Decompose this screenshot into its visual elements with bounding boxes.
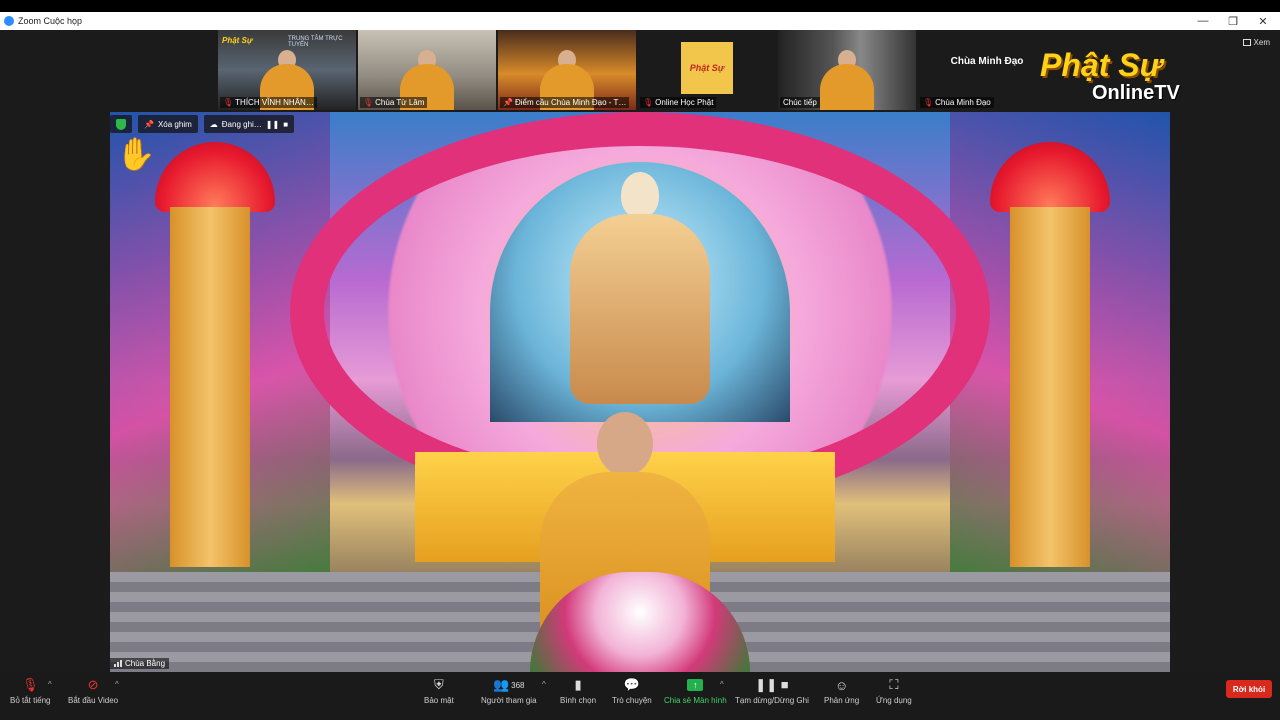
participant-label: 🎙 Chùa Minh Đạo: [920, 97, 994, 108]
participant-tile[interactable]: Chúc tiếp: [778, 30, 916, 110]
pin-icon: 📌: [144, 119, 154, 129]
tile-logo-text: Phật Sự: [222, 36, 253, 45]
close-button[interactable]: ✕: [1248, 12, 1278, 30]
muted-mic-icon: 🎙: [223, 98, 234, 107]
shield-icon: [116, 118, 126, 130]
cloud-record-icon: ☁: [209, 119, 218, 129]
muted-mic-icon: 🎙: [363, 98, 374, 107]
pillar-left: [170, 207, 250, 567]
participant-name-center: Chùa Minh Đạo: [950, 55, 1024, 67]
muted-mic-icon: 🎙: [923, 98, 934, 107]
smiley-icon: ☺: [834, 677, 849, 693]
security-status[interactable]: [110, 115, 132, 133]
restore-button[interactable]: ❐: [1218, 12, 1248, 30]
recording-indicator[interactable]: ☁ Đang ghi… ❚❚ ■: [203, 115, 295, 133]
participant-label: 🎙 THÍCH VĨNH NHÂN…: [220, 97, 317, 108]
zoom-app-icon: [4, 16, 14, 26]
pin-icon: 📌: [503, 98, 513, 107]
reactions-button[interactable]: ☺ Phản ứng: [824, 676, 859, 706]
participants-icon: 👥 368: [492, 677, 525, 692]
polls-button[interactable]: ▮ Bình chọn: [560, 676, 596, 705]
minimize-button[interactable]: —: [1188, 12, 1218, 30]
participant-strip: Phật Sự TRUNG TÂM TRỰC TUYẾN 🎙 THÍCH VĨNH…: [218, 30, 1056, 110]
participants-button[interactable]: 👥 368 Người tham gia: [481, 676, 537, 705]
unpin-button[interactable]: 📌 Xóa ghim: [138, 115, 198, 133]
main-video[interactable]: [110, 112, 1170, 672]
grid-icon: [1242, 39, 1251, 46]
audio-options-caret[interactable]: ^: [48, 680, 52, 689]
participant-label: 📌 Điểm cầu Chùa Minh Đạo - T…: [500, 97, 630, 108]
muted-mic-icon: 🎙: [643, 98, 654, 107]
participant-tile[interactable]: 🎙 Chùa Từ Lâm: [358, 30, 496, 110]
participant-label: Chúc tiếp: [780, 97, 820, 108]
video-overlay-bar: 📌 Xóa ghim ☁ Đang ghi… ❚❚ ■: [110, 114, 295, 134]
chat-button[interactable]: 💬 Trò chuyện: [612, 676, 652, 705]
zoom-meeting-window: Zoom Cuộc họp — ❐ ✕ Phật Sự TRUNG TÂM TR…: [0, 0, 1280, 720]
leave-button[interactable]: Rời khỏi: [1226, 680, 1272, 698]
buddha-statue: [570, 172, 710, 404]
apps-button[interactable]: ⛶ Ứng dụng: [876, 676, 912, 705]
participant-tile[interactable]: Chùa Minh Đạo 🎙 Chùa Minh Đạo: [918, 30, 1056, 110]
pause-stop-recording-button[interactable]: ❚❚ ■ Tạm dừng/Dừng Ghi: [735, 676, 809, 705]
top-strip: [0, 0, 1280, 12]
video-off-icon: ⊘: [87, 677, 99, 692]
participant-tile[interactable]: Phật Sự 🎙 Online Học Phật: [638, 30, 776, 110]
participant-count: 368: [511, 680, 525, 690]
security-button[interactable]: ⛨ Bảo mật: [424, 676, 454, 705]
view-button[interactable]: Xem: [1242, 38, 1270, 47]
record-controls-icon: ❚❚ ■: [755, 677, 789, 692]
video-options-caret[interactable]: ^: [115, 680, 119, 689]
unmute-button[interactable]: 🎙 Bỏ tắt tiếng: [10, 676, 50, 705]
phat-su-logo: Phật Sự: [681, 42, 733, 94]
share-options-caret[interactable]: ^: [720, 680, 724, 689]
raise-hand-icon: ✋: [116, 136, 156, 172]
window-title: Zoom Cuộc họp: [18, 16, 83, 26]
participant-label: 🎙 Online Học Phật: [640, 97, 717, 108]
signal-icon: [114, 660, 122, 667]
muted-mic-icon: 🎙: [21, 677, 39, 692]
share-screen-icon: ↑: [684, 676, 706, 694]
title-bar: Zoom Cuộc họp — ❐ ✕: [0, 12, 1280, 30]
pause-recording-button[interactable]: ❚❚: [266, 120, 279, 129]
participant-tile[interactable]: Phật Sự TRUNG TÂM TRỰC TUYẾN 🎙 THÍCH VĨNH…: [218, 30, 356, 110]
tile-banner: TRUNG TÂM TRỰC TUYẾN: [288, 36, 343, 48]
participant-label: 🎙 Chùa Từ Lâm: [360, 97, 428, 108]
stop-recording-button[interactable]: ■: [283, 120, 288, 129]
participant-figure: [820, 64, 874, 110]
phat-su-online-tv-logo: Phật Sự OnlineTV: [1040, 47, 1180, 104]
start-video-button[interactable]: ⊘ Bắt đầu Video: [68, 676, 118, 705]
shield-icon: ⛨: [434, 677, 444, 692]
apps-icon: ⛶: [889, 677, 899, 692]
chat-icon: 💬: [623, 677, 640, 692]
bar-chart-icon: ▮: [574, 677, 582, 692]
main-video-label: Chùa Bằng: [110, 658, 170, 669]
pillar-right: [1010, 207, 1090, 567]
share-screen-button[interactable]: ↑ Chia sẻ Màn hình: [664, 676, 727, 705]
meeting-toolbar: 🎙 Bỏ tắt tiếng ^ ⊘ Bắt đầu Video ^ ⛨ Bảo…: [0, 672, 1280, 720]
participants-options-caret[interactable]: ^: [542, 680, 546, 689]
participant-tile[interactable]: 📌 Điểm cầu Chùa Minh Đạo - T…: [498, 30, 636, 110]
